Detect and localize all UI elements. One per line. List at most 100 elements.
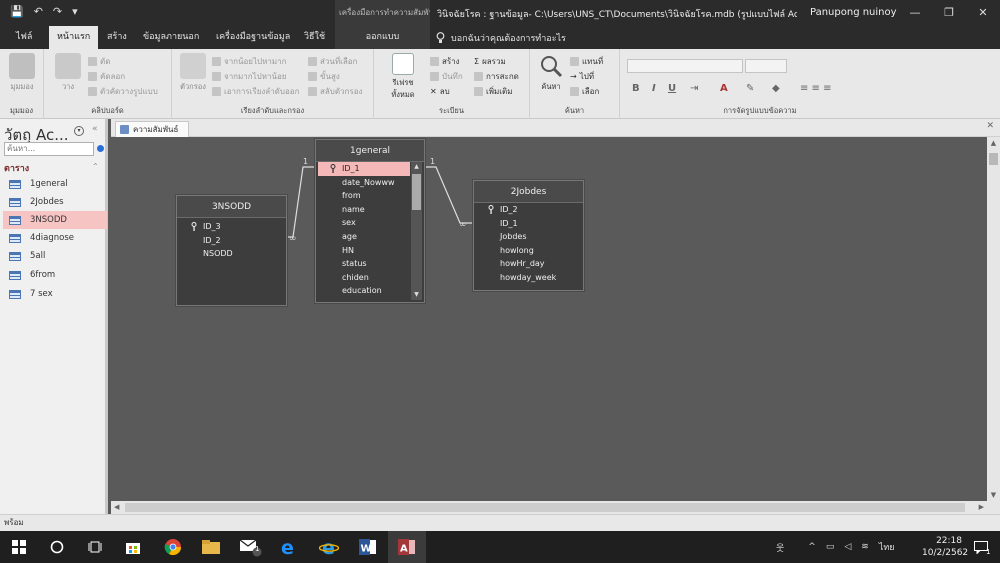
minimize-button[interactable]: — (898, 0, 932, 26)
table-2jobdes[interactable]: 2Jobdes ID_2 ID_1 Jobdes howlong howHr_d… (473, 180, 584, 291)
nav-menu-icon[interactable]: ▾ (74, 126, 84, 136)
user-name[interactable]: Panupong nuinoy (810, 7, 897, 18)
canvas-horizontal-scrollbar[interactable]: ◀ ▶ (111, 501, 987, 514)
italic-icon[interactable]: I (652, 83, 656, 94)
field-row[interactable]: chiden (318, 271, 410, 285)
nav-section-tables[interactable]: ตาราง (4, 161, 29, 175)
spelling-button[interactable]: การสะกด (474, 70, 519, 83)
field-row[interactable]: age (318, 230, 410, 244)
align-icons[interactable]: ≡ ≡ ≡ (800, 83, 832, 94)
table-header[interactable]: 1general (316, 140, 424, 162)
nav-item-4diagnose[interactable]: 4diagnose (3, 229, 107, 247)
field-row[interactable]: ID_2 (179, 234, 284, 248)
field-row[interactable]: ID_1 (476, 217, 581, 231)
table-3nsodd[interactable]: 3NSODD ID_3 ID_2 NSODD (176, 195, 287, 306)
taskbar-word[interactable]: W (349, 531, 387, 563)
speaker-icon[interactable]: ◁ (844, 542, 851, 552)
field-list-scrollbar[interactable]: ▲ ▼ (411, 162, 422, 300)
taskbar-store[interactable] (114, 531, 152, 563)
sort-ascending-button[interactable]: จากน้อยไปหามาก (212, 55, 286, 68)
tab-external-data[interactable]: ข้อมูลภายนอก (135, 26, 207, 49)
field-row[interactable]: status (318, 257, 410, 271)
wifi-icon[interactable]: ≋ (861, 542, 869, 552)
select-button[interactable]: เลือก (570, 85, 599, 98)
horizontal-scroll-thumb[interactable] (125, 503, 965, 512)
task-view-button[interactable] (76, 531, 114, 563)
section-collapse-icon[interactable]: ⌃ (92, 162, 99, 171)
nav-collapse-icon[interactable]: « (92, 124, 98, 134)
refresh-all-button[interactable]: รีเฟรชทั้งหมด (384, 53, 422, 101)
tab-database-tools[interactable]: เครื่องมือฐานข้อมูล (208, 26, 298, 49)
taskbar-ie[interactable]: e (310, 531, 348, 563)
more-button[interactable]: เพิ่มเติม (474, 85, 512, 98)
sort-descending-button[interactable]: จากมากไปหาน้อย (212, 70, 286, 83)
field-row[interactable]: howday_week (476, 271, 581, 285)
taskbar-edge[interactable]: e (270, 531, 308, 563)
field-row[interactable]: date_Nowww (318, 176, 410, 190)
new-record-button[interactable]: สร้าง (430, 55, 460, 68)
find-button[interactable]: ค้นหา (536, 53, 566, 93)
action-center-button[interactable]: 1 (962, 531, 1000, 563)
nav-item-5all[interactable]: 5all (3, 247, 107, 265)
taskbar-access[interactable]: A (388, 531, 426, 563)
nav-item-7sex[interactable]: 7 sex (3, 285, 107, 303)
save-record-button[interactable]: บันทึก (430, 70, 463, 83)
advanced-button[interactable]: ขั้นสูง (308, 70, 340, 83)
restore-button[interactable]: ❐ (932, 0, 966, 26)
nav-item-6from[interactable]: 6from (3, 266, 107, 284)
underline-icon[interactable]: U (668, 83, 676, 94)
field-row[interactable]: name (318, 203, 410, 217)
field-row[interactable]: ID_1 (318, 162, 410, 176)
taskbar-mail[interactable]: 1 (232, 531, 270, 563)
copy-button[interactable]: คัดลอก (88, 70, 125, 83)
replace-button[interactable]: แทนที่ (570, 55, 603, 68)
scroll-thumb[interactable] (412, 174, 421, 210)
field-row[interactable]: education (318, 284, 410, 298)
search-icon[interactable] (97, 145, 104, 152)
delete-record-button[interactable]: ✕ ลบ (430, 85, 450, 98)
search-button[interactable] (38, 531, 76, 563)
field-row[interactable]: howlong (476, 244, 581, 258)
tab-home[interactable]: หน้าแรก (49, 26, 99, 49)
tab-help[interactable]: วิธีใช้ (296, 26, 333, 49)
indent-icon[interactable]: ⇥ (690, 83, 698, 94)
taskbar-chrome[interactable] (154, 531, 192, 563)
show-hidden-icons[interactable]: ^ (808, 542, 816, 552)
bold-icon[interactable]: B (632, 83, 640, 94)
scroll-down-icon[interactable]: ▼ (987, 491, 1000, 499)
selection-button[interactable]: ส่วนที่เลือก (308, 55, 357, 68)
cut-button[interactable]: ตัด (88, 55, 110, 68)
start-button[interactable] (0, 531, 38, 563)
font-name-dropdown[interactable] (627, 59, 743, 73)
nav-search-input[interactable]: ค้นหา... (4, 142, 94, 156)
close-document-icon[interactable]: ✕ (986, 121, 994, 131)
fill-color-icon[interactable]: ◆ (772, 83, 780, 94)
table-1general[interactable]: 1general ID_1 date_Nowww from name sex a… (315, 139, 425, 303)
nav-item-2jobdes[interactable]: 2Jobdes (3, 193, 107, 211)
redo-icon[interactable]: ↷ (53, 5, 62, 18)
field-row[interactable]: ID_2 (476, 203, 581, 217)
scroll-left-icon[interactable]: ◀ (114, 501, 119, 514)
field-row[interactable]: ID_3 (179, 220, 284, 234)
relationships-canvas[interactable]: 1 ∞ 1 ∞ 3NSODD ID_3 ID_2 NSODD 1general … (111, 137, 987, 501)
nav-item-1general[interactable]: 1general (3, 175, 107, 193)
table-header[interactable]: 3NSODD (177, 196, 286, 218)
vertical-scroll-thumb[interactable] (989, 153, 998, 165)
nav-item-3nsodd[interactable]: 3NSODD (3, 211, 107, 229)
taskbar-explorer[interactable] (192, 531, 230, 563)
field-row[interactable]: Jobdes (476, 230, 581, 244)
format-painter-button[interactable]: ตัวคัดวางรูปแบบ (88, 85, 158, 98)
tab-create[interactable]: สร้าง (99, 26, 135, 49)
toggle-filter-button[interactable]: สลับตัวกรอง (308, 85, 362, 98)
tell-me-box[interactable]: บอกฉันว่าคุณต้องการทำอะไร (436, 31, 566, 45)
paste-button[interactable]: วาง (54, 53, 82, 93)
customize-qat-icon[interactable]: ▾ (72, 5, 78, 18)
totals-button[interactable]: Σ ผลรวม (474, 55, 506, 68)
scroll-up-icon[interactable]: ▲ (987, 139, 1000, 147)
field-row[interactable]: sex (318, 216, 410, 230)
canvas-vertical-scrollbar[interactable]: ▲ ▼ (987, 137, 1000, 501)
field-row[interactable]: howHr_day (476, 257, 581, 271)
field-row[interactable]: from (318, 189, 410, 203)
scroll-down-icon[interactable]: ▼ (411, 290, 422, 300)
field-row[interactable]: NSODD (179, 247, 284, 261)
